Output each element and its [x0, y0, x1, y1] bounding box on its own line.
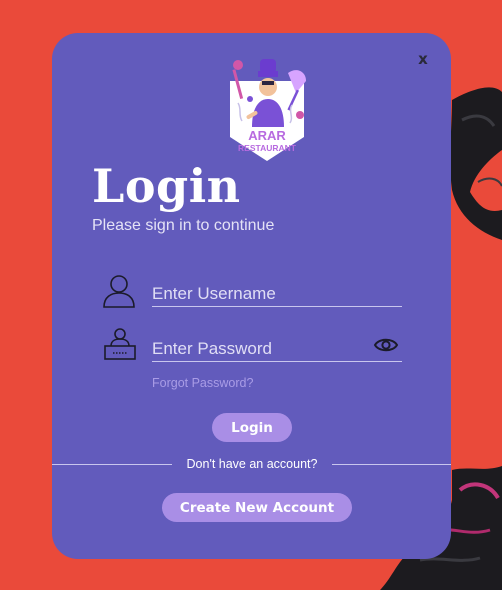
divider-text: Don't have an account?: [186, 457, 318, 471]
forgot-password-link[interactable]: Forgot Password?: [152, 376, 253, 390]
create-account-button[interactable]: Create New Account: [162, 493, 352, 522]
eye-icon[interactable]: [373, 336, 399, 354]
page-subtitle: Please sign in to continue: [92, 217, 275, 234]
divider-line-right: [332, 464, 451, 465]
logo-text-line2: RESTAURANT: [238, 143, 297, 153]
logo-text-line1: ARAR: [248, 128, 286, 143]
restaurant-logo: ARAR RESTAURANT: [230, 59, 306, 161]
username-input[interactable]: [152, 284, 402, 307]
login-dialog: x ARAR RESTAURANT Login Please sign in t…: [52, 33, 451, 559]
user-icon: [103, 275, 135, 308]
login-button[interactable]: Login: [212, 413, 292, 442]
close-button[interactable]: x: [413, 49, 433, 69]
password-input[interactable]: [152, 339, 402, 362]
page-title: Login: [92, 159, 241, 213]
divider-line-left: [52, 464, 172, 465]
password-icon: [104, 328, 136, 360]
